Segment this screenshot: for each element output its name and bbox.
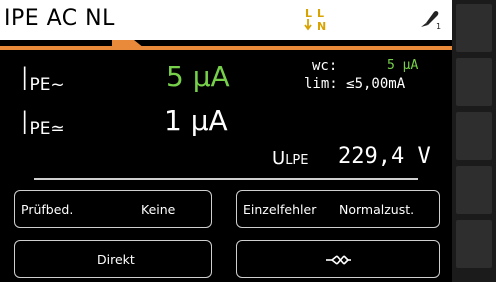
side-key-2[interactable] — [456, 58, 492, 106]
test-title: IPE AC NL — [4, 6, 115, 31]
polarity-swap-icon — [326, 255, 351, 265]
test-condition-value: Keine — [141, 202, 176, 217]
side-key-4[interactable] — [456, 166, 492, 214]
polarity-button[interactable] — [236, 240, 440, 278]
ipe-ac-label: IPE~ — [20, 60, 65, 98]
single-fault-button[interactable]: Einzelfehler Normalzust. — [236, 190, 440, 228]
ulpe-subscript: LPE — [285, 153, 309, 168]
ipe-ac-subscript: PE~ — [29, 75, 65, 95]
limit-value: lim: ≤5,00mA — [304, 76, 406, 92]
ulpe-value: 229,4 V — [338, 144, 431, 169]
ipe-acdc-label: IPE≃ — [20, 104, 65, 142]
test-condition-button[interactable]: Prüfbed. Keine — [14, 190, 212, 228]
accent-line — [0, 46, 452, 50]
side-key-3[interactable] — [456, 112, 492, 160]
connection-button[interactable]: Direkt — [14, 240, 212, 278]
wc-label: wc: — [312, 58, 338, 74]
phase-swap-L-N-icon[interactable]: L L N — [303, 6, 329, 34]
title-bar: IPE AC NL L L N 1 — [0, 0, 452, 40]
wc-value: 5 µA — [387, 58, 419, 73]
svg-text:N: N — [317, 20, 326, 33]
side-softkey-panel — [452, 0, 496, 282]
connection-label: Direkt — [97, 252, 135, 267]
ipe-acdc-subscript: PE≃ — [29, 119, 65, 139]
test-condition-label: Prüfbed. — [21, 202, 74, 217]
side-key-1[interactable] — [456, 4, 492, 52]
svg-text:1: 1 — [436, 22, 441, 31]
svg-text:L: L — [317, 7, 324, 20]
divider — [34, 178, 418, 180]
ipe-acdc-value: 1 µA — [164, 104, 228, 137]
probe-1-icon[interactable]: 1 — [418, 7, 442, 31]
svg-text:L: L — [305, 7, 312, 20]
single-fault-label: Einzelfehler — [243, 202, 317, 217]
side-key-5[interactable] — [456, 220, 492, 268]
ipe-ac-value: 5 µA — [166, 60, 230, 93]
single-fault-value: Normalzust. — [339, 202, 415, 217]
ulpe-label: ULPE — [272, 148, 309, 169]
